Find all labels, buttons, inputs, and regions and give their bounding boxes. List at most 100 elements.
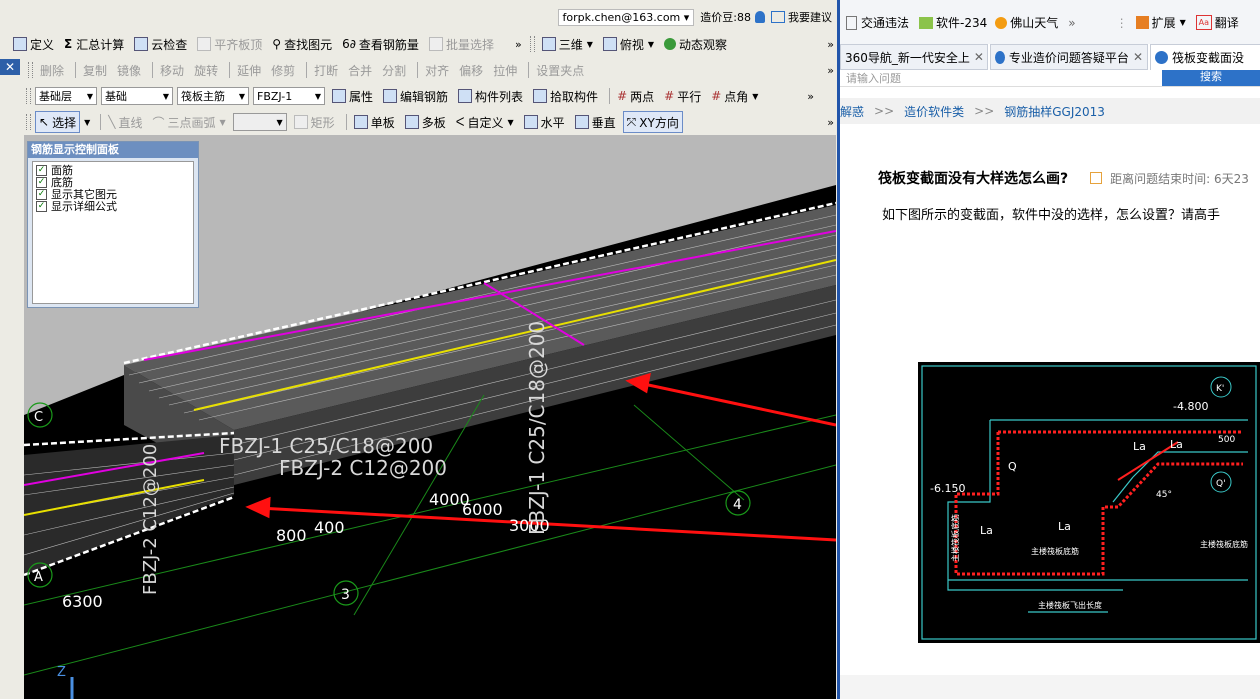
axis-4-label: 4 [733,497,742,513]
suggest-icon [771,11,785,23]
extension-icon [1135,16,1149,29]
delete-button[interactable]: 删除 [37,60,67,80]
summary-calc-button[interactable]: Σ 汇总计算 [61,34,127,54]
breadcrumb-item[interactable]: 钢筋抽样GGJ2013 [1004,103,1105,120]
suggest-link[interactable]: 我要建议 [788,9,832,25]
edit-toolbar-grip[interactable] [28,62,33,78]
toolbar4-chevron-icon[interactable]: » [827,116,834,129]
search-input[interactable]: 请输入问题 [846,70,901,86]
rotate-button[interactable]: 旋转 [191,60,221,80]
extensions-button[interactable]: 扩展 [1152,14,1176,31]
batch-select-button[interactable]: 批量选择 [426,34,497,54]
search-button[interactable]: 搜索 [1162,70,1260,86]
parallel-icon: # [664,89,675,103]
view-rebar-button[interactable]: 6∂ 查看钢筋量 [339,34,422,54]
offset-button[interactable]: 偏移 [456,60,486,80]
option-top-rebar[interactable]: ✓ 面筋 [36,164,190,176]
stretch-button[interactable]: 拉伸 [490,60,520,80]
find-element-button[interactable]: ⚲ 查找图元 [269,34,335,54]
vertical-button[interactable]: 垂直 [572,112,619,132]
component-toolbar-grip[interactable] [26,88,31,104]
break-button[interactable]: 打断 [311,60,341,80]
edit-rebar-button[interactable]: 编辑钢筋 [380,86,451,106]
close-tab-icon[interactable]: ✕ [974,50,984,64]
line-button[interactable]: ╲ 直线 [105,112,145,132]
breadcrumb-item[interactable]: 造价软件类 [904,103,964,120]
floor-select[interactable]: 基础层 ▼ [35,87,97,105]
component-list-button[interactable]: 构件列表 [455,86,526,106]
bell-icon[interactable] [755,11,765,23]
component-toolbar: 基础层 ▼ 基础 ▼ 筏板主筋 ▼ FBZJ-1 ▼ 属性 编辑钢筋 构件列表 拾取构件… [0,85,840,107]
select-button[interactable]: ↖ 选择 [35,111,81,133]
trim-button[interactable]: 修剪 [268,60,298,80]
two-point-button[interactable]: # 两点 [614,86,657,106]
question-title: 筏板变截面没有大样选怎么画? [878,171,1069,187]
option-bottom-rebar[interactable]: ✓ 底筋 [36,176,190,188]
option-detailed-formula[interactable]: ✓ 显示详细公式 [36,200,190,212]
extend-button[interactable]: 延伸 [234,60,264,80]
arc-mode-select[interactable]: ▼ [232,113,287,131]
parallel-button[interactable]: # 平行 [661,86,704,106]
z-axis-label: Z [57,665,66,680]
search-strip: 请输入问题 搜索 [840,70,1260,87]
toolbar1-right-chevron-icon[interactable]: » [827,38,834,51]
xy-direction-button[interactable]: ⤧ XY方向 [622,111,683,133]
toolbar-grip[interactable] [529,36,535,52]
breadcrumb-item[interactable]: 解惑 [840,103,864,120]
rectangle-button[interactable]: 矩形 [291,112,338,132]
more-bookmarks-icon[interactable]: » [1068,16,1075,30]
bookmarks-bar: 交通违法 软件-234 佛山天气 » ⋮ 扩展 ▼ Aa 翻译 [840,0,1260,44]
elevation-bottom: -6.150 [930,482,965,495]
top-view-button[interactable]: 俯视 ▼ [600,34,657,54]
copy-button[interactable]: 复制 [80,60,110,80]
chevron-down-icon[interactable]: ▼ [1180,18,1186,27]
category-select[interactable]: 基础 ▼ [101,87,173,105]
align-button[interactable]: 对齐 [422,60,452,80]
dim-500: 500 [1218,435,1235,445]
toolbar1-chevron-icon[interactable]: » [515,38,522,51]
dropdown-arrow-icon: ▼ [162,91,169,101]
close-tab-icon[interactable]: ✕ [1133,50,1143,64]
bookmark-weather[interactable]: 佛山天气 [1010,14,1058,31]
custom-button[interactable]: ᐸ 自定义 ▼ [453,112,517,132]
single-slab-button[interactable]: 单板 [351,112,398,132]
component-select[interactable]: FBZJ-1 ▼ [253,87,325,105]
set-grip-button[interactable]: 设置夹点 [533,60,587,80]
view-3d-button[interactable]: 三维 ▼ [539,34,596,54]
multi-slab-icon [404,115,419,129]
select-dropdown-icon[interactable]: ▼ [84,118,90,127]
drawing-label-1: 主楼筏板底筋 [1031,546,1079,556]
account-email: forpk.chen@163.com [562,10,681,24]
tab-qa-platform[interactable]: 专业造价问题答疑平台 ✕ [990,44,1148,70]
translate-button[interactable]: 翻译 [1215,14,1239,31]
mirror-button[interactable]: 镜像 [114,60,144,80]
arc-button[interactable]: ⌒ 三点画弧 ▼ [149,112,228,132]
pick-component-button[interactable]: 拾取构件 [530,86,601,106]
define-button[interactable]: 定义 [10,34,57,54]
account-dropdown[interactable]: forpk.chen@163.com ▾ [557,8,695,26]
deadline-text: 距离问题结束时间: 6天23 [1110,171,1249,186]
point-angle-button[interactable]: # 点角 ▼ [708,86,761,106]
question-drawing-image[interactable]: -4.800 -6.150 La Q 500 45° 主楼筏板底筋 主楼筏板底筋… [918,362,1260,643]
toolbar3-chevron-icon[interactable]: » [807,90,814,103]
draw-toolbar-grip[interactable] [26,114,31,130]
properties-icon [332,89,346,103]
bookmark-traffic[interactable]: 交通违法 [861,14,909,31]
orbit-button[interactable]: 动态观察 [661,34,730,54]
horizontal-button[interactable]: 水平 [521,112,568,132]
tab-360-nav[interactable]: 360导航_新一代安全上 ✕ [840,44,988,70]
multi-slab-button[interactable]: 多板 [402,112,449,132]
left-vertical-rebar-label: FBZJ-2 C12@200 [140,444,161,595]
tab-raft-question[interactable]: 筏板变截面没 [1150,44,1260,70]
split-button[interactable]: 分割 [379,60,409,80]
align-slab-top-button[interactable]: 平齐板顶 [194,34,265,54]
option-other-elements[interactable]: ✓ 显示其它图元 [36,188,190,200]
merge-button[interactable]: 合并 [345,60,375,80]
properties-button[interactable]: 属性 [329,86,376,106]
coins-label: 造价豆:88 [700,11,751,24]
toolbar2-chevron-icon[interactable]: » [827,64,834,77]
move-button[interactable]: 移动 [157,60,187,80]
bookmark-software[interactable]: 软件-234 [936,14,987,31]
component-type-select[interactable]: 筏板主筋 ▼ [177,87,249,105]
cloud-check-button[interactable]: 云检查 [131,34,190,54]
